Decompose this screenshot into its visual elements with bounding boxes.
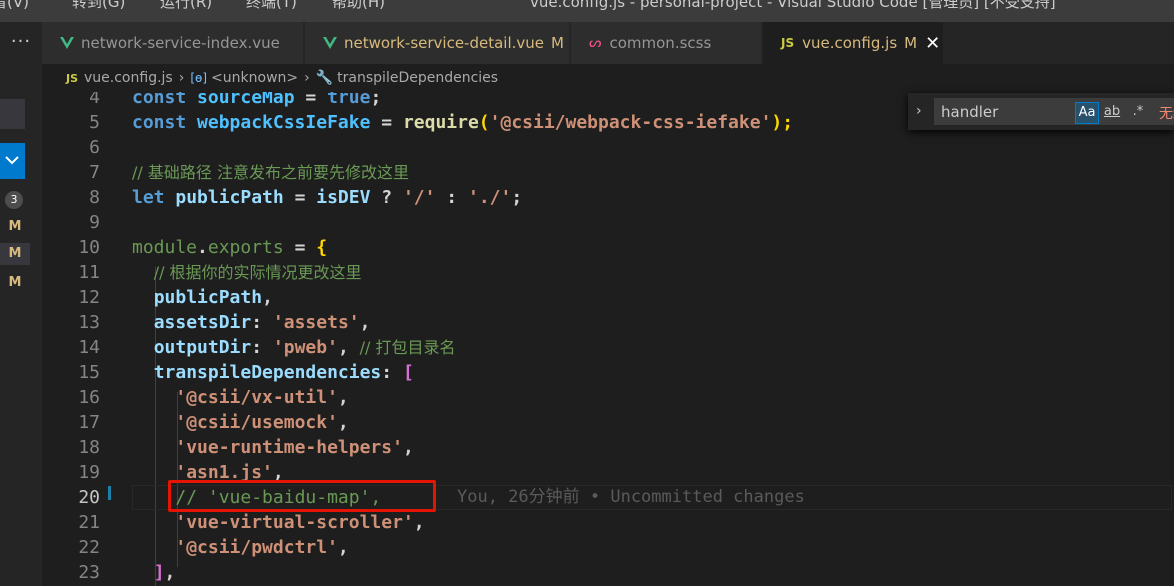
find-widget: › handler Aa ab .* 无结果 [908, 93, 1174, 130]
code-line: 18 'vue-runtime-helpers', [42, 435, 1174, 460]
code-line: 14 outputDir: 'pweb', // 打包目录名 [42, 335, 1174, 360]
tab-label: network-service-detail.vue [344, 34, 545, 52]
match-whole-word-toggle[interactable]: ab [1101, 102, 1123, 122]
window-title: vue.config.js - personal-project - Visua… [530, 0, 1056, 11]
line-number: 14 [78, 337, 100, 358]
find-query[interactable]: handler [941, 103, 998, 121]
line-number: 16 [78, 387, 100, 408]
chevron-right-icon: › [178, 70, 185, 86]
scss-icon: ᔕ [589, 35, 602, 51]
wrench-icon: 🔧 [315, 70, 334, 86]
tab-network-service-index[interactable]: network-service-index.vue [42, 22, 304, 64]
vue-icon [323, 37, 337, 49]
line-number: 8 [89, 187, 100, 208]
find-result-status: 无结果 [1159, 106, 1174, 122]
tab-modified-badge: M [551, 34, 564, 52]
line-number: 15 [78, 362, 100, 383]
tab-bar: network-service-index.vue network-servic… [42, 22, 1174, 64]
variable-icon: [ɵ] [190, 71, 208, 85]
code-line: 15 transpileDependencies: [ [42, 360, 1174, 385]
line-number: 17 [78, 412, 100, 433]
tab-label: network-service-index.vue [81, 34, 280, 52]
breadcrumb: JS vue.config.js › [ɵ] <unknown> › 🔧 tra… [42, 64, 1174, 92]
menu-go[interactable]: 转到(G) [72, 0, 125, 12]
chevron-right-icon: › [304, 70, 310, 86]
modified-marker[interactable]: M [0, 243, 30, 265]
tab-label: common.scss [609, 34, 712, 52]
code-line: 12 publicPath, [42, 285, 1174, 310]
code-line: 23 ], [42, 560, 1174, 585]
code-editor[interactable]: 4 const sourceMap = true; 5 const webpac… [42, 92, 1174, 586]
vue-icon [60, 37, 74, 49]
code-line: 9 [42, 210, 1174, 235]
code-line: 21 'vue-virtual-scroller', [42, 510, 1174, 535]
annotation-highlight-box [168, 480, 436, 512]
line-number: 9 [89, 212, 100, 233]
line-number: 10 [78, 237, 100, 258]
js-icon: JS [781, 36, 795, 50]
sidebar-selected-item[interactable] [0, 99, 25, 129]
line-number: 4 [89, 92, 100, 108]
code-line: 17 '@csii/usemock', [42, 410, 1174, 435]
tab-common-scss[interactable]: ᔕ common.scss [571, 22, 762, 64]
breadcrumb-file[interactable]: vue.config.js [84, 70, 173, 86]
line-number: 6 [89, 137, 100, 158]
line-number: 22 [78, 537, 100, 558]
tab-modified-badge: M [904, 34, 918, 52]
modified-marker[interactable]: M [0, 216, 30, 238]
line-number: 21 [78, 512, 100, 533]
line-number: 7 [89, 162, 100, 183]
js-icon: JS [66, 71, 79, 85]
code-line: 7 // 基础路径 注意发布之前要先修改这里 [42, 160, 1174, 185]
breadcrumb-scope[interactable]: <unknown> [211, 70, 298, 86]
regex-toggle[interactable]: .* [1127, 102, 1149, 122]
git-blame-annotation: You, 26分钟前 • Uncommitted changes [457, 487, 805, 507]
changes-count-badge: 3 [5, 191, 23, 209]
tab-vue-config-js[interactable]: JS vue.config.js M ✕ [763, 22, 944, 64]
menu-terminal[interactable]: 终端(T) [246, 0, 297, 12]
modified-marker[interactable]: M [0, 272, 30, 294]
line-number: 11 [78, 262, 100, 283]
toggle-replace-chevron-icon[interactable]: › [916, 103, 922, 119]
code-line: 11 // 根据你的实际情况更改这里 [42, 260, 1174, 285]
code-line: 8 let publicPath = isDEV ? '/' : './'; [42, 185, 1174, 210]
tab-label: vue.config.js [802, 34, 898, 52]
code-line: 22 '@csii/pwdctrl', [42, 535, 1174, 560]
title-bar: 看(V) 转到(G) 运行(R) 终端(T) 帮助(H) vue.config.… [0, 0, 1174, 22]
code-line: 16 '@csii/vx-util', [42, 385, 1174, 410]
collapse-chevron-icon[interactable] [0, 143, 25, 179]
close-icon[interactable]: ✕ [925, 33, 940, 54]
line-number: 19 [78, 462, 100, 483]
line-number: 13 [78, 312, 100, 333]
code-line: 10 module.exports = { [42, 235, 1174, 260]
more-actions-icon[interactable]: ··· [0, 22, 42, 62]
menu-view[interactable]: 看(V) [0, 0, 29, 12]
line-number: 5 [89, 112, 100, 133]
code-line: 13 assetsDir: 'assets', [42, 310, 1174, 335]
line-number: 12 [78, 287, 100, 308]
find-input[interactable]: handler Aa ab .* [934, 98, 1174, 125]
line-number: 18 [78, 437, 100, 458]
code-line: 6 [42, 135, 1174, 160]
menu-help[interactable]: 帮助(H) [332, 0, 385, 12]
tab-network-service-detail[interactable]: network-service-detail.vue M [305, 22, 570, 64]
line-number: 23 [78, 562, 100, 583]
match-case-toggle[interactable]: Aa [1075, 102, 1099, 124]
menu-run[interactable]: 运行(R) [160, 0, 212, 12]
line-number: 20 [78, 487, 100, 508]
breadcrumb-symbol[interactable]: transpileDependencies [337, 70, 498, 86]
